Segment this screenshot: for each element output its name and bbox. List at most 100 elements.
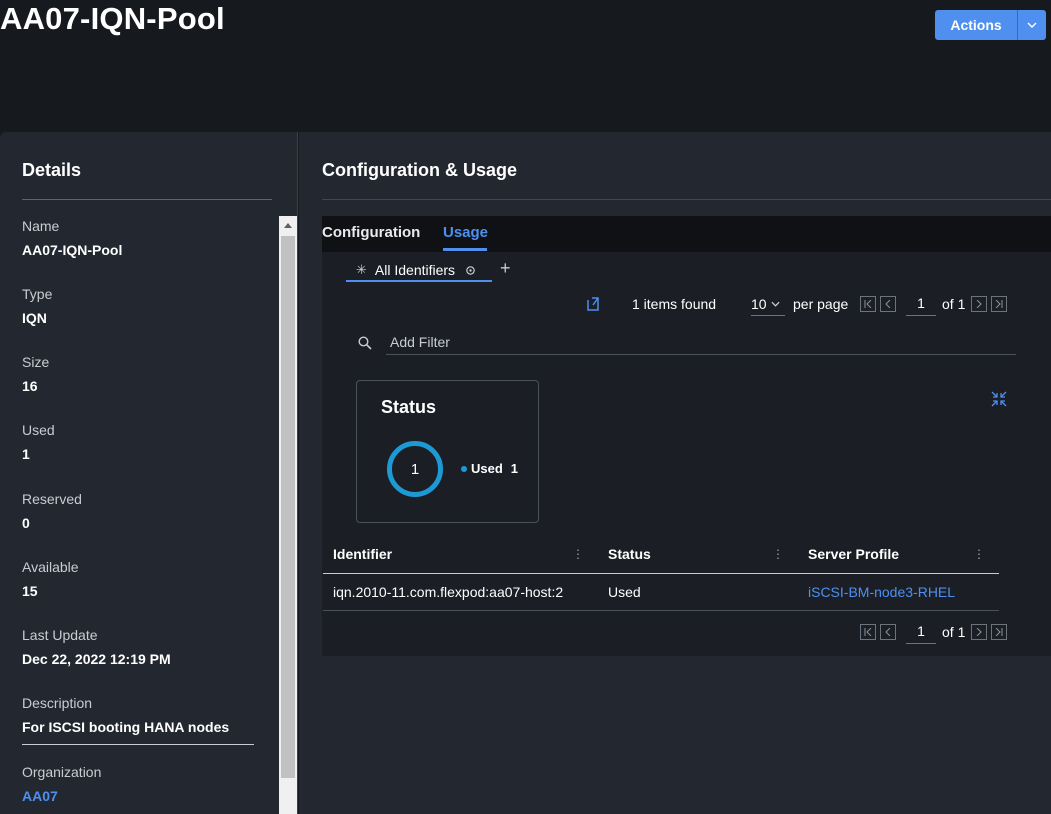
search-icon bbox=[358, 336, 372, 350]
scroll-up-button[interactable] bbox=[279, 216, 297, 234]
gear-icon[interactable] bbox=[465, 265, 476, 276]
chevron-right-icon bbox=[977, 300, 983, 308]
divider bbox=[22, 199, 272, 200]
field-label: Reserved bbox=[22, 491, 82, 507]
field-label: Last Update bbox=[22, 627, 98, 643]
prev-page-button[interactable] bbox=[880, 296, 896, 312]
add-view-icon[interactable]: + bbox=[500, 258, 511, 278]
actions-dropdown-toggle[interactable] bbox=[1018, 10, 1046, 40]
bottom-pager-nav: 1 of 1 bbox=[860, 620, 1011, 644]
status-donut: 1 bbox=[387, 441, 443, 497]
page-title: AA07-IQN-Pool bbox=[0, 1, 225, 36]
status-card-title: Status bbox=[381, 397, 437, 417]
page-of-label: of 1 bbox=[942, 296, 966, 312]
prev-page-button[interactable] bbox=[880, 624, 896, 640]
per-page-label: per page bbox=[793, 296, 849, 312]
subtab-all-identifiers[interactable]: ✳ All Identifiers bbox=[346, 258, 476, 282]
page-number-input[interactable]: 1 bbox=[906, 620, 936, 644]
status-card: Status 1 Used 1 bbox=[356, 380, 539, 523]
details-scrollbar[interactable] bbox=[279, 216, 297, 814]
field-type: Type IQN bbox=[22, 285, 52, 327]
chevron-down-icon bbox=[771, 301, 780, 307]
sort-icon[interactable]: ⋮ bbox=[772, 546, 784, 562]
tab-configuration[interactable]: Configuration bbox=[322, 224, 420, 241]
legend-value: 1 bbox=[510, 461, 519, 476]
details-panel: Details Name AA07-IQN-Pool Type IQN Size… bbox=[0, 132, 298, 814]
legend-dot bbox=[461, 465, 467, 472]
field-value: 15 bbox=[22, 583, 38, 599]
last-page-button[interactable] bbox=[991, 624, 1008, 640]
field-value: AA07-IQN-Pool bbox=[22, 242, 123, 258]
filter-bar[interactable]: Add Filter bbox=[358, 332, 1016, 356]
table-header: Identifier ⋮ Status ⋮ Server Profile ⋮ bbox=[323, 534, 999, 574]
first-page-icon bbox=[864, 300, 872, 308]
identifiers-table: Identifier ⋮ Status ⋮ Server Profile ⋮ i… bbox=[323, 534, 999, 611]
chevron-right-icon bbox=[977, 628, 983, 636]
page-header: AA07-IQN-Pool Actions bbox=[0, 0, 1051, 132]
chevron-left-icon bbox=[885, 300, 891, 308]
chevron-down-icon bbox=[1027, 22, 1037, 28]
field-last-update: Last Update Dec 22, 2022 12:19 PM bbox=[22, 626, 171, 668]
divider bbox=[322, 199, 1051, 200]
divider bbox=[22, 744, 254, 745]
field-value: 0 bbox=[22, 515, 30, 531]
field-available: Available 15 bbox=[22, 558, 79, 600]
legend-label: Used bbox=[471, 461, 503, 476]
field-reserved: Reserved 0 bbox=[22, 490, 82, 532]
page-of-label: of 1 bbox=[942, 624, 966, 640]
cell-identifier: iqn.2010-11.com.flexpod:aa07-host:2 bbox=[333, 584, 564, 600]
scrollbar-thumb[interactable] bbox=[281, 236, 295, 778]
actions-button[interactable]: Actions bbox=[935, 10, 1018, 40]
items-found: 1 items found bbox=[632, 296, 717, 312]
field-label: Description bbox=[22, 695, 93, 711]
last-page-button[interactable] bbox=[991, 296, 1008, 312]
sort-icon[interactable]: ⋮ bbox=[572, 546, 584, 562]
active-tab-indicator bbox=[443, 248, 487, 251]
field-value: For ISCSI booting HANA nodes bbox=[22, 719, 230, 735]
field-used: Used 1 bbox=[22, 421, 55, 463]
per-page-value: 10 bbox=[751, 295, 767, 312]
field-label: Size bbox=[22, 354, 50, 370]
page-number-input[interactable]: 1 bbox=[906, 292, 936, 316]
config-title: Configuration & Usage bbox=[322, 160, 518, 180]
donut-total: 1 bbox=[410, 460, 420, 478]
per-page-select[interactable]: 10 bbox=[751, 292, 785, 316]
field-value: 1 bbox=[22, 446, 30, 462]
caret-up-icon bbox=[284, 222, 292, 228]
first-page-button[interactable] bbox=[860, 296, 876, 312]
last-page-icon bbox=[996, 300, 1003, 308]
field-value: IQN bbox=[22, 310, 47, 326]
field-label: Name bbox=[22, 218, 60, 234]
server-profile-link[interactable]: iSCSI-BM-node3-RHEL bbox=[808, 584, 955, 600]
chevron-left-icon bbox=[885, 628, 891, 636]
pager-nav: 1 of 1 bbox=[860, 292, 1011, 316]
field-size: Size 16 bbox=[22, 353, 49, 395]
column-header-identifier[interactable]: Identifier bbox=[333, 546, 392, 562]
next-page-button[interactable] bbox=[971, 624, 988, 640]
first-page-button[interactable] bbox=[860, 624, 876, 640]
next-page-button[interactable] bbox=[971, 296, 988, 312]
export-icon bbox=[587, 297, 599, 311]
asterisk-icon: ✳ bbox=[356, 262, 367, 277]
sort-icon[interactable]: ⋮ bbox=[973, 546, 985, 562]
active-subtab-indicator bbox=[346, 280, 492, 282]
field-organization: Organization AA07 bbox=[22, 763, 101, 805]
field-label: Available bbox=[22, 559, 79, 575]
field-label: Organization bbox=[22, 764, 102, 780]
configuration-usage-panel: Configuration & Usage Configuration Usag… bbox=[299, 132, 1051, 814]
tab-usage[interactable]: Usage bbox=[443, 224, 488, 241]
details-title: Details bbox=[22, 160, 82, 180]
tab-bar: Configuration Usage bbox=[322, 216, 1051, 252]
status-legend: Used 1 bbox=[461, 461, 518, 476]
organization-link[interactable]: AA07 bbox=[22, 787, 101, 805]
collapse-icon[interactable] bbox=[991, 391, 1007, 407]
filter-input[interactable]: Add Filter bbox=[390, 334, 450, 350]
actions-button-group[interactable]: Actions bbox=[935, 10, 1046, 40]
cell-status: Used bbox=[608, 584, 641, 600]
column-header-server-profile[interactable]: Server Profile bbox=[808, 546, 899, 562]
column-header-status[interactable]: Status bbox=[608, 546, 651, 562]
first-page-icon bbox=[864, 628, 872, 636]
refresh-button[interactable] bbox=[586, 292, 600, 316]
table-row[interactable]: iqn.2010-11.com.flexpod:aa07-host:2 Used… bbox=[323, 574, 999, 611]
subtab-label: All Identifiers bbox=[374, 262, 456, 278]
